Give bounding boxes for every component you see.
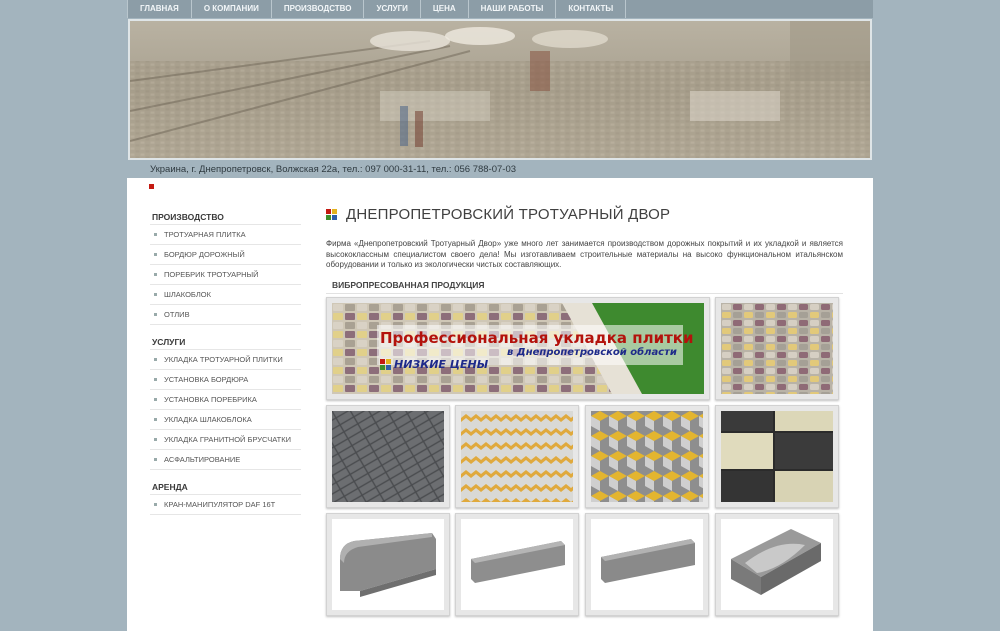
product-thumb-sidewalk-curb-2[interactable] [585,513,709,616]
promo-headline: Профессиональная укладка плитки [380,329,694,347]
promo-subline: в Днепропетровской области [507,347,677,358]
product-thumb-square-tile[interactable] [715,405,839,508]
red-marker [149,184,154,189]
bullet-icon [154,398,157,401]
sidebar-item-road-curb[interactable]: БОРДЮР ДОРОЖНЫЙ [150,245,301,265]
sidebar-item-cinder-laying[interactable]: УКЛАДКА ШЛАКОБЛОКА [150,410,301,430]
product-thumb-cube-tile[interactable] [585,405,709,508]
sidebar-item-curb-install[interactable]: УСТАНОВКА БОРДЮРА [150,370,301,390]
bullet-icon [154,458,157,461]
nav-services[interactable]: УСЛУГИ [364,0,421,18]
nav-works[interactable]: НАШИ РАБОТЫ [469,0,557,18]
nav-price[interactable]: ЦЕНА [421,0,469,18]
bullet-icon [154,293,157,296]
colored-squares-icon [326,208,338,221]
bullet-icon [154,378,157,381]
sidebar-item-drain[interactable]: ОТЛИВ [150,305,301,325]
colored-squares-icon [380,359,391,370]
nav-production[interactable]: ПРОИЗВОДСТВО [272,0,365,18]
sidebar-item-paving-tile[interactable]: ТРОТУАРНАЯ ПЛИТКА [150,225,301,245]
product-thumb-wave-tile[interactable] [455,405,579,508]
intro-text: Фирма «Днепропетровский Тротуарный Двор»… [326,239,843,269]
sidebar-item-asphalt[interactable]: АСФАЛЬТИРОВАНИЕ [150,450,301,470]
contact-address: Украина, г. Днепропетровск, Волжская 22а… [150,164,517,175]
nav-about[interactable]: О КОМПАНИИ [192,0,272,18]
section-label: ВИБРОПРЕСОВАННАЯ ПРОДУКЦИЯ [332,280,485,290]
page-title: ДНЕПРОПЕТРОВСКИЙ ТРОТУАРНЫЙ ДВОР [346,206,671,223]
bullet-icon [154,273,157,276]
sidebar-item-sidewalk-curb[interactable]: ПОРЕБРИК ТРОТУАРНЫЙ [150,265,301,285]
sidebar-item-tile-laying[interactable]: УКЛАДКА ТРОТУАРНОЙ ПЛИТКИ [150,350,301,370]
bullet-icon [154,418,157,421]
sidebar-heading-services: УСЛУГИ [150,335,301,350]
bullet-icon [154,503,157,506]
product-thumb-drain[interactable] [715,513,839,616]
product-thumb-sidewalk-curb-1[interactable] [455,513,579,616]
sidebar-item-cinder-block[interactable]: ШЛАКОБЛОК [150,285,301,305]
sidebar-item-granite-laying[interactable]: УКЛАДКА ГРАНИТНОЙ БРУСЧАТКИ [150,430,301,450]
product-thumb-road-curb[interactable] [326,513,450,616]
bullet-icon [154,313,157,316]
product-thumb-gray-brick[interactable] [326,405,450,508]
sidebar-item-crane[interactable]: КРАН-МАНИПУЛЯТОР DAF 16T [150,495,301,515]
promo-badge: НИЗКИЕ ЦЕНЫ [380,358,488,371]
sidebar-heading-rent: АРЕНДА [150,480,301,495]
nav-contacts[interactable]: КОНТАКТЫ [556,0,627,18]
nav-home[interactable]: ГЛАВНАЯ [127,0,192,18]
bullet-icon [154,358,157,361]
bullet-icon [154,438,157,441]
divider [326,293,843,294]
bullet-icon [154,233,157,236]
sidebar-heading-production: ПРОИЗВОДСТВО [150,210,301,225]
sidebar-item-edging-install[interactable]: УСТАНОВКА ПОРЕБРИКА [150,390,301,410]
page-title-wrap: ДНЕПРОПЕТРОВСКИЙ ТРОТУАРНЫЙ ДВОР [326,206,670,223]
top-navigation: ГЛАВНАЯ О КОМПАНИИ ПРОИЗВОДСТВО УСЛУГИ Ц… [127,0,873,18]
header-banner-image [128,19,872,160]
product-thumb-colored-cobble[interactable] [715,297,839,400]
sidebar: ПРОИЗВОДСТВО ТРОТУАРНАЯ ПЛИТКА БОРДЮР ДО… [150,210,301,515]
bullet-icon [154,253,157,256]
